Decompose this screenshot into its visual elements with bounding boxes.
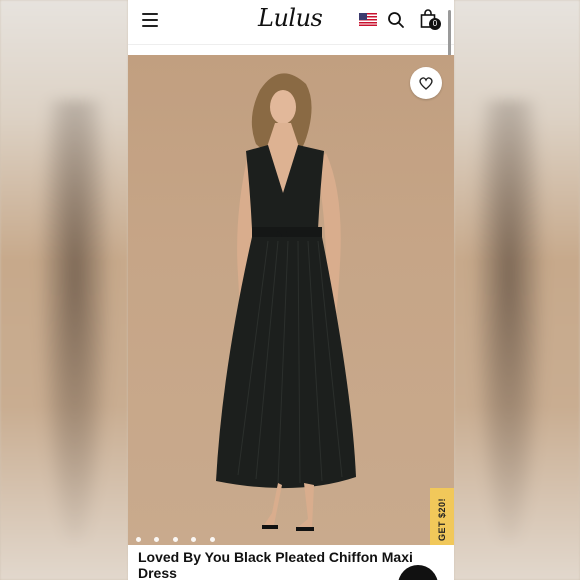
search-icon[interactable] bbox=[387, 11, 405, 29]
carousel-dot[interactable] bbox=[209, 537, 215, 542]
brand-logo[interactable]: Lulus bbox=[258, 4, 323, 32]
blurred-figure-left bbox=[40, 100, 110, 540]
carousel-dots bbox=[136, 529, 224, 542]
wishlist-button[interactable] bbox=[410, 67, 442, 99]
model-figure bbox=[216, 73, 356, 531]
blurred-background-right bbox=[454, 0, 580, 580]
phone-screen: Lulus 0 GET $20! Loved By You Black Plea… bbox=[128, 0, 454, 580]
us-flag-icon[interactable] bbox=[359, 13, 377, 26]
blurred-figure-right bbox=[474, 100, 544, 540]
cart-count-badge: 0 bbox=[429, 18, 441, 30]
product-title: Loved By You Black Pleated Chiffon Maxi … bbox=[138, 549, 413, 580]
product-image[interactable]: GET $20! bbox=[128, 55, 454, 545]
site-header: Lulus 0 bbox=[128, 0, 454, 110]
carousel-dot[interactable] bbox=[136, 537, 141, 542]
hamburger-menu-icon[interactable] bbox=[142, 13, 158, 27]
promo-tab[interactable]: GET $20! bbox=[430, 488, 454, 545]
blurred-background-left bbox=[0, 0, 128, 580]
heart-icon bbox=[419, 77, 433, 90]
carousel-dot[interactable] bbox=[172, 537, 178, 542]
